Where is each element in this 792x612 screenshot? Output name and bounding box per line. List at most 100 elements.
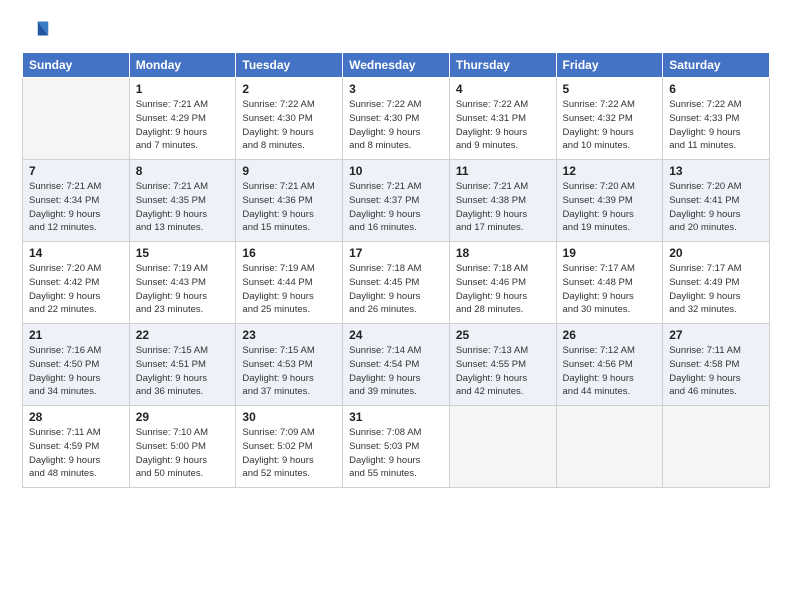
day-info: Sunrise: 7:22 AM Sunset: 4:30 PM Dayligh… <box>349 99 421 151</box>
day-info: Sunrise: 7:21 AM Sunset: 4:36 PM Dayligh… <box>242 181 314 233</box>
day-number: 3 <box>349 82 443 96</box>
day-number: 19 <box>563 246 657 260</box>
day-number: 17 <box>349 246 443 260</box>
day-number: 28 <box>29 410 123 424</box>
day-number: 5 <box>563 82 657 96</box>
weekday-header: Saturday <box>663 53 770 78</box>
day-info: Sunrise: 7:18 AM Sunset: 4:45 PM Dayligh… <box>349 263 421 315</box>
day-info: Sunrise: 7:21 AM Sunset: 4:29 PM Dayligh… <box>136 99 208 151</box>
day-number: 8 <box>136 164 230 178</box>
calendar-day-cell: 9 Sunrise: 7:21 AM Sunset: 4:36 PM Dayli… <box>236 160 343 242</box>
day-number: 13 <box>669 164 763 178</box>
day-info: Sunrise: 7:08 AM Sunset: 5:03 PM Dayligh… <box>349 427 421 479</box>
day-info: Sunrise: 7:20 AM Sunset: 4:42 PM Dayligh… <box>29 263 101 315</box>
day-number: 4 <box>456 82 550 96</box>
calendar-day-cell: 15 Sunrise: 7:19 AM Sunset: 4:43 PM Dayl… <box>129 242 236 324</box>
day-info: Sunrise: 7:22 AM Sunset: 4:30 PM Dayligh… <box>242 99 314 151</box>
day-info: Sunrise: 7:11 AM Sunset: 4:59 PM Dayligh… <box>29 427 101 479</box>
calendar-table: SundayMondayTuesdayWednesdayThursdayFrid… <box>22 52 770 488</box>
day-number: 6 <box>669 82 763 96</box>
day-number: 29 <box>136 410 230 424</box>
calendar-week-row: 21 Sunrise: 7:16 AM Sunset: 4:50 PM Dayl… <box>23 324 770 406</box>
calendar-day-cell: 30 Sunrise: 7:09 AM Sunset: 5:02 PM Dayl… <box>236 406 343 488</box>
calendar-day-cell: 8 Sunrise: 7:21 AM Sunset: 4:35 PM Dayli… <box>129 160 236 242</box>
day-info: Sunrise: 7:21 AM Sunset: 4:37 PM Dayligh… <box>349 181 421 233</box>
calendar-week-row: 7 Sunrise: 7:21 AM Sunset: 4:34 PM Dayli… <box>23 160 770 242</box>
calendar-day-cell: 3 Sunrise: 7:22 AM Sunset: 4:30 PM Dayli… <box>343 78 450 160</box>
day-info: Sunrise: 7:17 AM Sunset: 4:49 PM Dayligh… <box>669 263 741 315</box>
day-number: 2 <box>242 82 336 96</box>
day-number: 25 <box>456 328 550 342</box>
header <box>22 18 770 46</box>
calendar-week-row: 28 Sunrise: 7:11 AM Sunset: 4:59 PM Dayl… <box>23 406 770 488</box>
day-number: 11 <box>456 164 550 178</box>
calendar-day-cell: 6 Sunrise: 7:22 AM Sunset: 4:33 PM Dayli… <box>663 78 770 160</box>
day-info: Sunrise: 7:17 AM Sunset: 4:48 PM Dayligh… <box>563 263 635 315</box>
day-info: Sunrise: 7:15 AM Sunset: 4:53 PM Dayligh… <box>242 345 314 397</box>
calendar-day-cell: 13 Sunrise: 7:20 AM Sunset: 4:41 PM Dayl… <box>663 160 770 242</box>
day-info: Sunrise: 7:15 AM Sunset: 4:51 PM Dayligh… <box>136 345 208 397</box>
calendar-day-cell: 31 Sunrise: 7:08 AM Sunset: 5:03 PM Dayl… <box>343 406 450 488</box>
calendar-day-cell: 17 Sunrise: 7:18 AM Sunset: 4:45 PM Dayl… <box>343 242 450 324</box>
day-info: Sunrise: 7:18 AM Sunset: 4:46 PM Dayligh… <box>456 263 528 315</box>
day-info: Sunrise: 7:20 AM Sunset: 4:41 PM Dayligh… <box>669 181 741 233</box>
day-number: 12 <box>563 164 657 178</box>
calendar-day-cell <box>449 406 556 488</box>
day-number: 9 <box>242 164 336 178</box>
day-number: 27 <box>669 328 763 342</box>
weekday-header-row: SundayMondayTuesdayWednesdayThursdayFrid… <box>23 53 770 78</box>
weekday-header: Wednesday <box>343 53 450 78</box>
day-info: Sunrise: 7:19 AM Sunset: 4:44 PM Dayligh… <box>242 263 314 315</box>
day-info: Sunrise: 7:13 AM Sunset: 4:55 PM Dayligh… <box>456 345 528 397</box>
day-number: 18 <box>456 246 550 260</box>
calendar-day-cell: 27 Sunrise: 7:11 AM Sunset: 4:58 PM Dayl… <box>663 324 770 406</box>
day-info: Sunrise: 7:16 AM Sunset: 4:50 PM Dayligh… <box>29 345 101 397</box>
calendar-day-cell <box>556 406 663 488</box>
calendar-day-cell: 28 Sunrise: 7:11 AM Sunset: 4:59 PM Dayl… <box>23 406 130 488</box>
day-number: 30 <box>242 410 336 424</box>
day-number: 26 <box>563 328 657 342</box>
day-number: 1 <box>136 82 230 96</box>
calendar-day-cell: 19 Sunrise: 7:17 AM Sunset: 4:48 PM Dayl… <box>556 242 663 324</box>
calendar-day-cell: 23 Sunrise: 7:15 AM Sunset: 4:53 PM Dayl… <box>236 324 343 406</box>
calendar-day-cell: 25 Sunrise: 7:13 AM Sunset: 4:55 PM Dayl… <box>449 324 556 406</box>
day-info: Sunrise: 7:22 AM Sunset: 4:31 PM Dayligh… <box>456 99 528 151</box>
page: SundayMondayTuesdayWednesdayThursdayFrid… <box>0 0 792 612</box>
day-info: Sunrise: 7:10 AM Sunset: 5:00 PM Dayligh… <box>136 427 208 479</box>
day-number: 24 <box>349 328 443 342</box>
day-number: 7 <box>29 164 123 178</box>
calendar-day-cell: 14 Sunrise: 7:20 AM Sunset: 4:42 PM Dayl… <box>23 242 130 324</box>
calendar-day-cell: 11 Sunrise: 7:21 AM Sunset: 4:38 PM Dayl… <box>449 160 556 242</box>
day-info: Sunrise: 7:09 AM Sunset: 5:02 PM Dayligh… <box>242 427 314 479</box>
calendar-day-cell: 1 Sunrise: 7:21 AM Sunset: 4:29 PM Dayli… <box>129 78 236 160</box>
day-info: Sunrise: 7:14 AM Sunset: 4:54 PM Dayligh… <box>349 345 421 397</box>
day-info: Sunrise: 7:21 AM Sunset: 4:38 PM Dayligh… <box>456 181 528 233</box>
calendar-day-cell: 24 Sunrise: 7:14 AM Sunset: 4:54 PM Dayl… <box>343 324 450 406</box>
day-info: Sunrise: 7:21 AM Sunset: 4:34 PM Dayligh… <box>29 181 101 233</box>
day-number: 15 <box>136 246 230 260</box>
day-info: Sunrise: 7:22 AM Sunset: 4:33 PM Dayligh… <box>669 99 741 151</box>
day-info: Sunrise: 7:12 AM Sunset: 4:56 PM Dayligh… <box>563 345 635 397</box>
logo-icon <box>22 18 50 46</box>
calendar-day-cell: 21 Sunrise: 7:16 AM Sunset: 4:50 PM Dayl… <box>23 324 130 406</box>
weekday-header: Thursday <box>449 53 556 78</box>
calendar-day-cell: 29 Sunrise: 7:10 AM Sunset: 5:00 PM Dayl… <box>129 406 236 488</box>
calendar-day-cell: 5 Sunrise: 7:22 AM Sunset: 4:32 PM Dayli… <box>556 78 663 160</box>
day-info: Sunrise: 7:19 AM Sunset: 4:43 PM Dayligh… <box>136 263 208 315</box>
day-info: Sunrise: 7:22 AM Sunset: 4:32 PM Dayligh… <box>563 99 635 151</box>
calendar-day-cell: 10 Sunrise: 7:21 AM Sunset: 4:37 PM Dayl… <box>343 160 450 242</box>
day-number: 31 <box>349 410 443 424</box>
calendar-day-cell: 16 Sunrise: 7:19 AM Sunset: 4:44 PM Dayl… <box>236 242 343 324</box>
logo <box>22 18 54 46</box>
day-number: 10 <box>349 164 443 178</box>
calendar-week-row: 1 Sunrise: 7:21 AM Sunset: 4:29 PM Dayli… <box>23 78 770 160</box>
calendar-day-cell: 7 Sunrise: 7:21 AM Sunset: 4:34 PM Dayli… <box>23 160 130 242</box>
day-info: Sunrise: 7:20 AM Sunset: 4:39 PM Dayligh… <box>563 181 635 233</box>
calendar-day-cell <box>663 406 770 488</box>
calendar-day-cell: 18 Sunrise: 7:18 AM Sunset: 4:46 PM Dayl… <box>449 242 556 324</box>
day-info: Sunrise: 7:11 AM Sunset: 4:58 PM Dayligh… <box>669 345 741 397</box>
calendar-day-cell: 2 Sunrise: 7:22 AM Sunset: 4:30 PM Dayli… <box>236 78 343 160</box>
weekday-header: Monday <box>129 53 236 78</box>
calendar-day-cell: 20 Sunrise: 7:17 AM Sunset: 4:49 PM Dayl… <box>663 242 770 324</box>
calendar-day-cell: 4 Sunrise: 7:22 AM Sunset: 4:31 PM Dayli… <box>449 78 556 160</box>
